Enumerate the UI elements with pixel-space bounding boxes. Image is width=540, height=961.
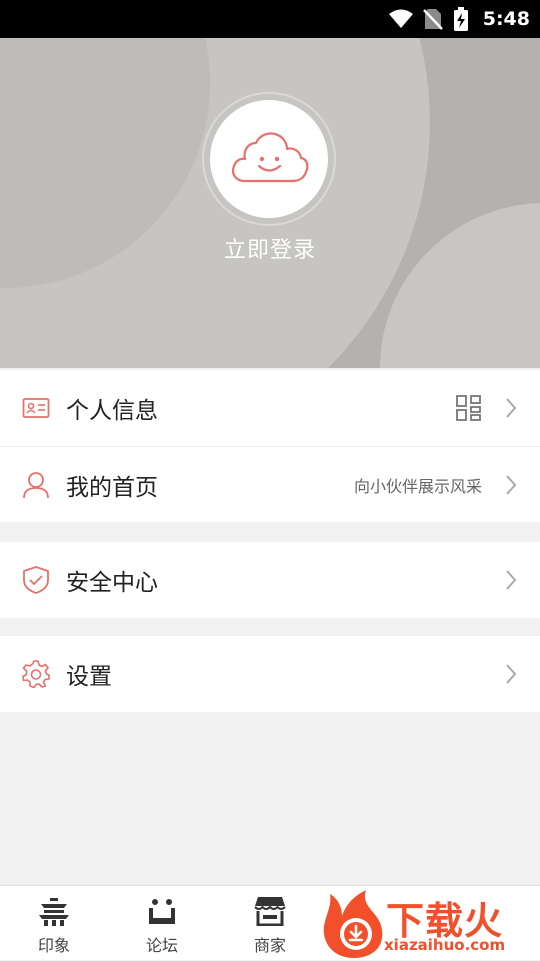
tab-label: 商家 [253,936,286,955]
menu-group-profile: 个人信息 我的首页 向小伙伴展示风采 [0,370,540,522]
watermark: 下载火 xiazaihuo.com [320,888,540,960]
profile-header: 立即登录 [0,38,540,368]
menu-item-security-center[interactable]: 安全中心 [0,542,540,618]
menu-item-label: 设置 [66,664,112,690]
no-sim-icon [422,9,443,30]
user-icon [22,471,50,499]
status-bar: 5:48 [0,0,540,38]
id-card-icon [22,394,50,422]
tab-impression[interactable]: 印象 [0,886,108,961]
watermark-url: xiazaihuo.com [384,936,506,954]
chevron-right-icon [506,664,517,684]
avatar[interactable] [210,100,328,218]
menu-item-label: 安全中心 [66,570,158,596]
chevron-right-icon [506,398,517,418]
login-link[interactable]: 立即登录 [0,232,540,264]
tab-label: 印象 [37,936,70,955]
tab-label: 论坛 [145,936,178,955]
menu-item-my-homepage[interactable]: 我的首页 向小伙伴展示风采 [0,446,540,522]
store-icon [254,897,286,926]
cloud-smile-icon [231,132,309,183]
status-icons: 5:48 [388,0,530,38]
gear-icon [22,660,50,688]
battery-icon [453,7,468,31]
menu-item-subtitle: 向小伙伴展示风采 [353,476,482,496]
shield-check-icon [22,566,50,594]
chevron-right-icon [506,570,517,590]
status-time: 5:48 [482,8,530,30]
tab-merchant[interactable]: 商家 [216,886,324,961]
menu-group-settings: 设置 [0,636,540,712]
qr-code-icon[interactable] [456,395,482,421]
chevron-right-icon [506,474,517,495]
menu-item-personal-info[interactable]: 个人信息 [0,370,540,446]
wifi-icon [388,9,413,28]
menu-item-label: 我的首页 [66,474,158,501]
menu-group-security: 安全中心 [0,542,540,618]
menu-item-settings[interactable]: 设置 [0,636,540,712]
menu-item-label: 个人信息 [66,398,158,424]
forum-icon [149,899,175,924]
tab-forum[interactable]: 论坛 [108,886,216,961]
flame-logo-icon [323,890,383,958]
gate-icon [39,898,69,926]
